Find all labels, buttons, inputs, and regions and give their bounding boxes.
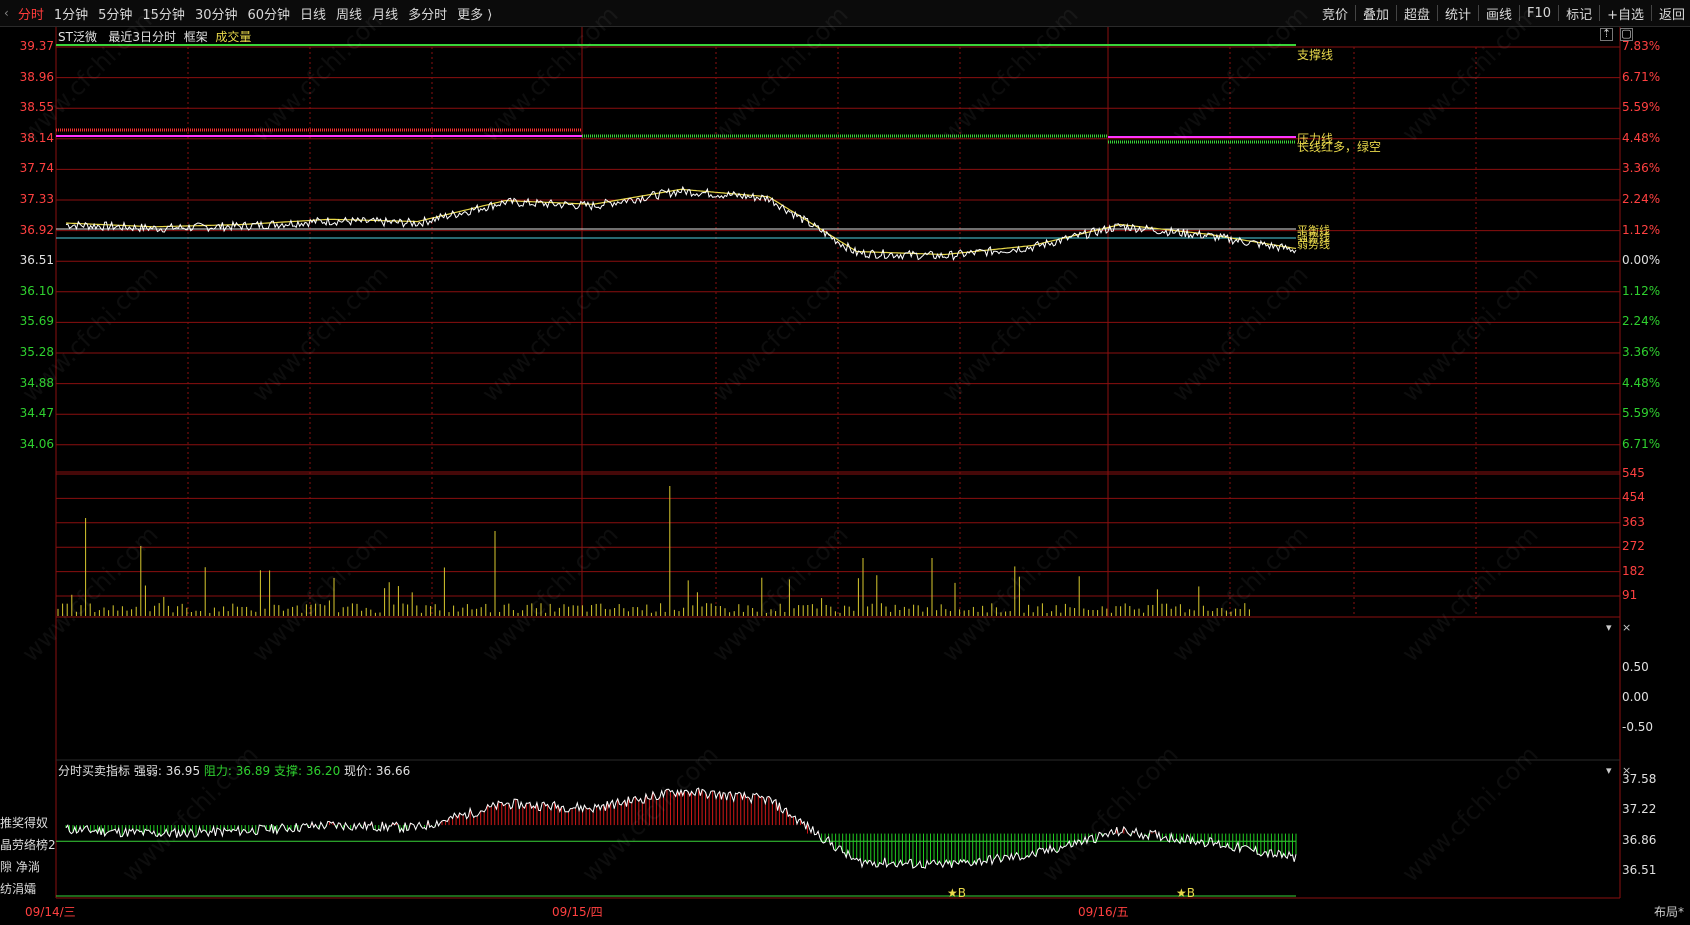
pct-tick: 3.36% [1622, 345, 1661, 359]
volume-tick: 545 [1622, 466, 1645, 480]
side-label-2: 晶劳络榜2 [0, 838, 56, 852]
weak-line-label: 弱势线 [1297, 238, 1330, 251]
pct-tick: 4.48% [1622, 375, 1661, 390]
long-short-label: 长线红多，绿空 [1297, 140, 1382, 154]
price-tick: 34.47 [19, 406, 54, 421]
layout-button[interactable]: 布局* [1654, 903, 1684, 920]
pct-tick: 1.12% [1622, 222, 1661, 237]
pct-tick: 3.36% [1622, 161, 1661, 176]
price-tick: 37.74 [19, 161, 54, 176]
main-panel-header: ST泛微 最近3日分时 框架 成交量 [58, 28, 251, 45]
price-tick: 38.96 [19, 69, 54, 84]
price-line [65, 185, 1297, 261]
resist-value: 36.89 [235, 764, 271, 778]
panel2-tick: -0.50 [1622, 720, 1654, 734]
side-label-3: 隙 净淌 [0, 860, 40, 874]
price-tick: 38.14 [19, 130, 54, 145]
panel2-tick: 0.50 [1622, 660, 1649, 674]
support-value: 36.20 [305, 764, 341, 778]
panel3-tick: 36.86 [1622, 833, 1657, 847]
x-label-day2: 09/15/四 [552, 905, 603, 919]
pct-tick: 6.71% [1622, 436, 1661, 451]
pct-tick: 6.71% [1622, 69, 1661, 84]
panel3-dropdown-icon[interactable]: ▾ [1606, 764, 1612, 777]
panel3-tick: 36.51 [1622, 863, 1657, 877]
chart-canvas[interactable] [0, 0, 1690, 925]
volume-tick: 272 [1622, 539, 1645, 554]
range-label: 最近3日分时 [108, 30, 177, 44]
price-tick: 37.33 [19, 192, 54, 206]
support-line-label: 支撑线 [1297, 48, 1334, 62]
volume-tick: 363 [1622, 514, 1645, 529]
price-tick: 36.51 [19, 253, 54, 268]
stock-name: ST泛微 [58, 30, 97, 44]
volume-tick: 182 [1622, 563, 1645, 578]
volume-tick: 91 [1622, 588, 1638, 602]
pct-tick: 4.48% [1622, 130, 1661, 145]
support-label: 支撑: [273, 764, 303, 778]
price-tick: 36.92 [19, 222, 54, 237]
price-label: 现价: [344, 764, 373, 778]
price-tick: 35.28 [19, 345, 54, 359]
price-value: 36.66 [375, 764, 411, 778]
x-label-day3: 09/16/五 [1078, 905, 1129, 919]
pct-tick: 0.00% [1622, 253, 1661, 268]
buy-marker-2: ★B [1176, 886, 1195, 900]
pct-tick: 1.12% [1622, 283, 1661, 298]
price-tick: 34.06 [19, 436, 54, 451]
indicator-title: 分时买卖指标 [58, 764, 131, 778]
panel2-tick: 0.00 [1622, 690, 1649, 704]
pct-tick: 2.24% [1622, 314, 1661, 329]
average-price-line [66, 188, 1297, 256]
panel2-dropdown-icon[interactable]: ▾ [1606, 621, 1612, 634]
volume-label: 成交量 [215, 30, 252, 44]
strength-value: 36.95 [165, 764, 201, 778]
resist-label: 阻力: [203, 764, 232, 778]
pct-tick: 5.59% [1622, 406, 1661, 421]
volume-tick: 454 [1622, 490, 1645, 505]
pct-tick: 2.24% [1622, 192, 1661, 206]
pct-tick: 5.59% [1622, 100, 1661, 115]
panel2-close-icon[interactable]: × [1622, 621, 1631, 634]
panel3-tick: 37.22 [1622, 802, 1657, 816]
panel3-tick: 37.58 [1622, 772, 1657, 786]
price-tick: 39.37 [19, 39, 54, 53]
price-tick: 36.10 [19, 283, 54, 298]
side-label-4: 纺涓孀 [0, 882, 37, 896]
indicator-header: 分时买卖指标 强弱: 36.95 阻力: 36.89 支撑: 36.20 现价:… [58, 762, 410, 779]
price-tick: 38.55 [19, 100, 54, 115]
frame-label: 框架 [183, 30, 208, 44]
x-label-day1: 09/14/三 [25, 905, 76, 919]
buy-marker-1: ★B [947, 886, 966, 900]
pct-tick: 7.83% [1622, 39, 1661, 53]
panel-up-icon[interactable]: ⇡ [1600, 28, 1613, 41]
panel3-close-icon[interactable]: × [1622, 764, 1631, 777]
price-tick: 35.69 [19, 314, 54, 329]
strength-label: 强弱: [133, 764, 162, 778]
side-label-1: 推奖得奴 [0, 816, 49, 830]
price-tick: 34.88 [19, 375, 54, 390]
